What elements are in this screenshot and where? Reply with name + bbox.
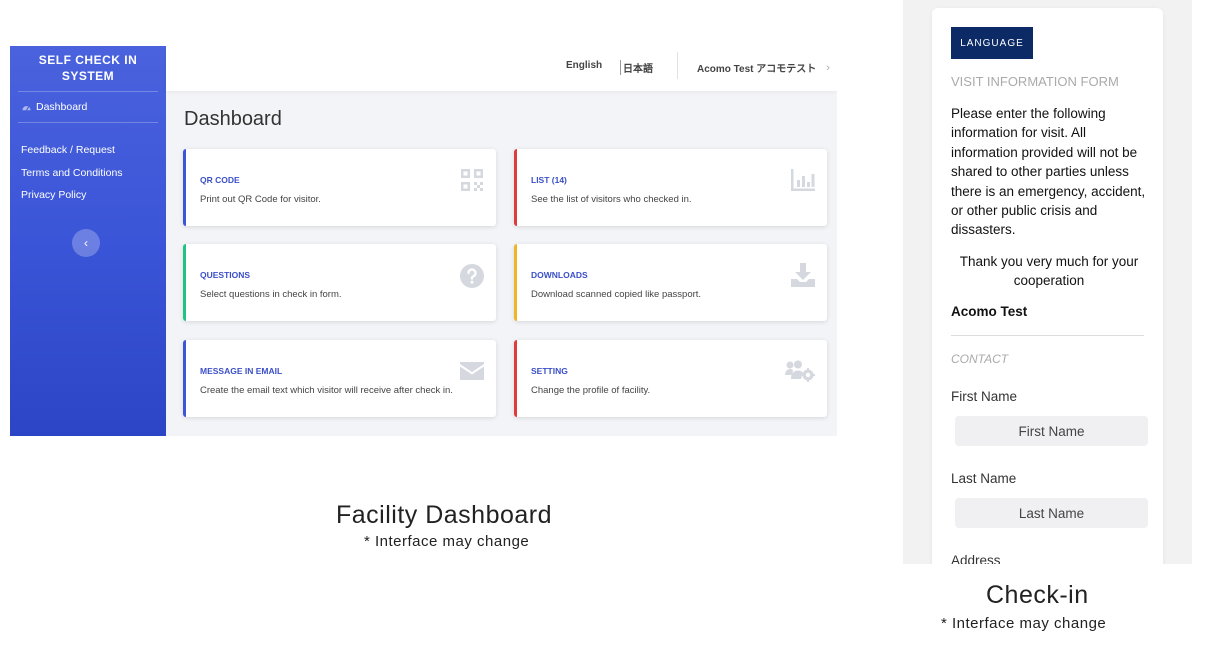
user-menu[interactable]: Acomo Test アコモテスト › [697, 60, 830, 76]
sidebar-collapse-button[interactable]: ‹ [72, 229, 100, 257]
checkin-caption-title: Check-in [986, 581, 1089, 609]
card-description: Download scanned copied like passport. [531, 289, 702, 300]
sidebar-divider [18, 122, 158, 123]
chevron-right-icon: › [826, 61, 830, 74]
checkin-caption-note: * Interface may change [941, 615, 1107, 632]
envelope-icon [460, 362, 484, 380]
brand-line-2: SYSTEM [61, 69, 115, 83]
card-qr-code[interactable]: QR CODE Print out QR Code for visitor. [183, 149, 496, 226]
form-title: VISIT INFORMATION FORM [951, 74, 1119, 89]
first-name-label: First Name [951, 389, 1018, 404]
topbar: English 日本語 Acomo Test アコモテスト › [166, 46, 837, 91]
dashboard-caption-note: * Interface may change [364, 533, 530, 550]
first-name-input[interactable] [955, 416, 1148, 446]
download-icon [791, 263, 815, 287]
card-title: QUESTIONS [200, 270, 251, 280]
card-description: See the list of visitors who checked in. [531, 194, 692, 205]
card-title: LIST (14) [531, 175, 567, 185]
sidebar-brand[interactable]: SELF CHECK IN SYSTEM [10, 46, 166, 85]
card-title: QR CODE [200, 175, 240, 185]
user-name: Acomo Test アコモテスト [697, 64, 817, 75]
card-title: DOWNLOADS [531, 270, 588, 280]
form-thanks-text: Thank you very much for your cooperation [959, 254, 1139, 289]
page-title: Dashboard [184, 108, 282, 130]
topbar-divider [677, 52, 678, 79]
address-label: Address [951, 553, 1001, 564]
sidebar-item-privacy[interactable]: Privacy Policy [10, 184, 166, 207]
question-circle-icon [460, 264, 484, 288]
last-name-input[interactable] [955, 498, 1148, 528]
form-divider [951, 335, 1144, 336]
section-label-contact: CONTACT [951, 352, 1009, 366]
card-description: Create the email text which visitor will… [200, 385, 453, 396]
facility-name: Acomo Test [951, 304, 1028, 319]
sidebar-links: Feedback / Request Terms and Conditions … [10, 139, 166, 207]
last-name-label: Last Name [951, 471, 1017, 486]
card-list[interactable]: LIST (14) See the list of visitors who c… [514, 149, 827, 226]
gauge-icon [21, 102, 32, 113]
card-message-in-email[interactable]: MESSAGE IN EMAIL Create the email text w… [183, 340, 496, 417]
dashboard-caption-title: Facility Dashboard [336, 501, 553, 529]
language-english-link[interactable]: English [566, 60, 602, 71]
chevron-left-icon: ‹ [84, 236, 88, 250]
card-title: MESSAGE IN EMAIL [200, 366, 283, 376]
form-intro-text: Please enter the following information f… [951, 106, 1146, 238]
checkin-screenshot: LANGUAGE VISIT INFORMATION FORM Please e… [903, 0, 1192, 564]
card-description: Print out QR Code for visitor. [200, 194, 321, 205]
card-setting[interactable]: SETTING Change the profile of facility. [514, 340, 827, 417]
bar-chart-icon [791, 169, 815, 191]
card-description: Change the profile of facility. [531, 385, 651, 396]
card-description: Select questions in check in form. [200, 289, 342, 300]
qr-code-icon [461, 169, 483, 191]
language-button[interactable]: LANGUAGE [951, 27, 1033, 59]
sidebar-item-terms[interactable]: Terms and Conditions [10, 162, 166, 185]
sidebar: SELF CHECK IN SYSTEM Dashboard Feedback … [10, 46, 166, 436]
card-downloads[interactable]: DOWNLOADS Download scanned copied like p… [514, 244, 827, 321]
sidebar-item-feedback[interactable]: Feedback / Request [10, 139, 166, 162]
facility-dashboard-screenshot: SELF CHECK IN SYSTEM Dashboard Feedback … [10, 46, 837, 436]
checkin-form-card: LANGUAGE VISIT INFORMATION FORM Please e… [932, 8, 1163, 564]
brand-line-1: SELF CHECK IN [38, 53, 138, 67]
language-japanese-link[interactable]: 日本語 [620, 60, 653, 75]
sidebar-item-dashboard-label: Dashboard [36, 101, 88, 113]
sidebar-item-dashboard[interactable]: Dashboard [10, 92, 166, 122]
card-questions[interactable]: QUESTIONS Select questions in check in f… [183, 244, 496, 321]
users-cog-icon [785, 360, 815, 382]
card-title: SETTING [531, 366, 568, 376]
